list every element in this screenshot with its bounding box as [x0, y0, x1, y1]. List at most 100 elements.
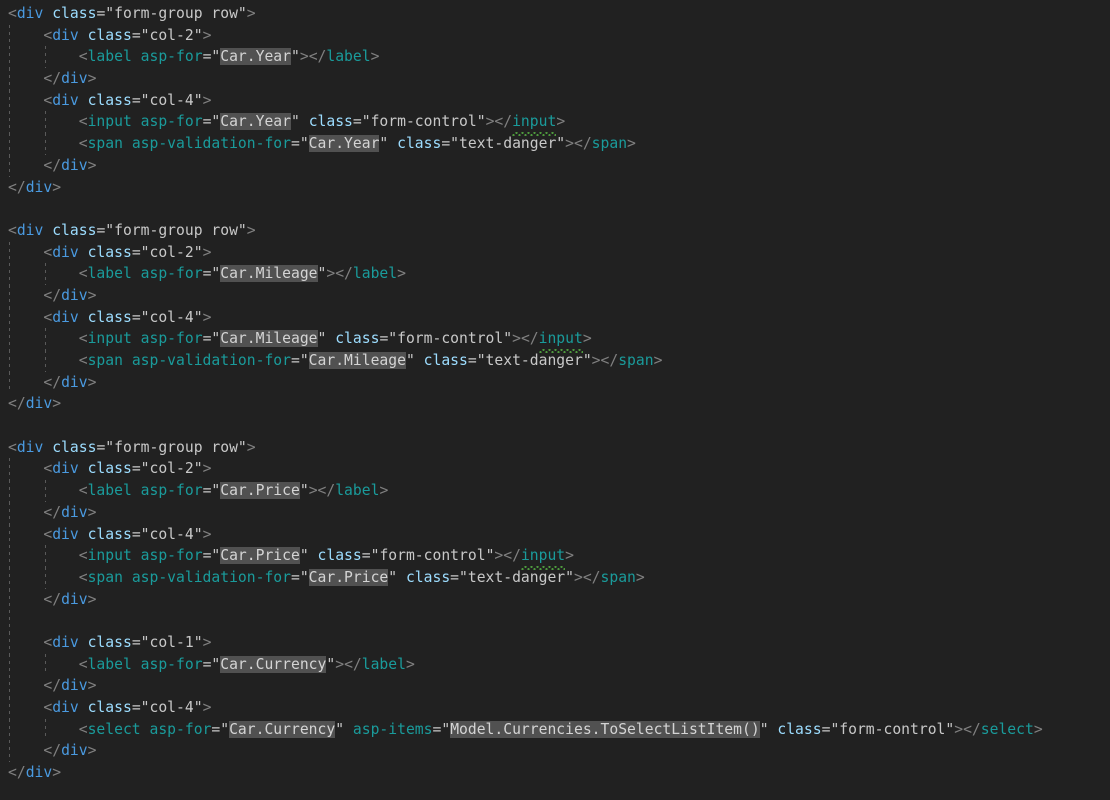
angle-bracket: > — [592, 352, 601, 369]
tag-name-input-with-warning: input — [539, 328, 583, 350]
equals: = — [132, 526, 141, 543]
tag-name-div: div — [61, 677, 88, 694]
indent-guide — [9, 155, 10, 177]
code-line: <div class="form-group row"> — [0, 437, 1110, 459]
indent-guide — [9, 25, 10, 47]
code-line: <input asp-for="Car.Price" class="form-c… — [0, 545, 1110, 567]
quote: " — [194, 634, 203, 651]
angle-bracket: > — [574, 569, 583, 586]
attr-asp-for: asp-for — [141, 656, 203, 673]
angle-bracket: > — [247, 222, 256, 239]
indent-guide — [9, 654, 10, 676]
quote: " — [300, 547, 309, 564]
code-line: </div> — [0, 285, 1110, 307]
code-line-blank — [0, 198, 1110, 220]
attr-class: class — [777, 721, 821, 738]
attr-class: class — [88, 634, 132, 651]
angle-bracket: < — [79, 569, 88, 586]
angle-bracket: > — [203, 460, 212, 477]
quote: " — [450, 135, 459, 152]
angle-bracket: < — [8, 439, 17, 456]
angle-bracket: < — [79, 330, 88, 347]
quote: " — [194, 309, 203, 326]
angle-bracket: < — [79, 48, 88, 65]
angle-bracket: > — [203, 244, 212, 261]
tag-name-div: div — [17, 5, 44, 22]
angle-bracket: > — [583, 330, 592, 347]
angle-bracket: > — [88, 504, 97, 521]
code-line: <div class="form-group row"> — [0, 220, 1110, 242]
tag-name-div: div — [61, 504, 88, 521]
quote: " — [388, 569, 397, 586]
quote: " — [141, 526, 150, 543]
code-editor-surface[interactable]: <div class="form-group row"> <div class=… — [0, 0, 1110, 800]
indent-guide — [9, 242, 10, 264]
quote: " — [141, 309, 150, 326]
quote: " — [194, 92, 203, 109]
closing-bracket: </ — [583, 569, 601, 586]
indent-guide — [9, 68, 10, 90]
tag-name-span: span — [88, 135, 123, 152]
code-line-blank — [0, 610, 1110, 632]
indent-guide — [9, 480, 10, 502]
quote: " — [211, 547, 220, 564]
angle-bracket: < — [43, 634, 52, 651]
attr-class: class — [424, 352, 468, 369]
indent-guide — [9, 589, 10, 611]
quote: " — [141, 244, 150, 261]
angle-bracket: > — [88, 742, 97, 759]
angle-bracket: > — [654, 352, 663, 369]
attr-class: class — [309, 113, 353, 130]
angle-bracket: < — [79, 265, 88, 282]
angle-bracket: > — [565, 135, 574, 152]
tag-name-label: label — [335, 482, 379, 499]
indent-guide — [9, 46, 10, 68]
tag-name-span: span — [88, 352, 123, 369]
equals: = — [468, 352, 477, 369]
closing-bracket: </ — [8, 395, 26, 412]
angle-bracket: < — [79, 656, 88, 673]
angle-bracket: > — [52, 395, 61, 412]
attr-value: col-2 — [150, 27, 194, 44]
code-content[interactable]: <div class="form-group row"> <div class=… — [0, 3, 1110, 784]
attr-value: form-group row — [114, 439, 238, 456]
code-line: </div> — [0, 68, 1110, 90]
attr-asp-for: asp-for — [141, 547, 203, 564]
tag-name-div: div — [52, 526, 79, 543]
quote: " — [300, 569, 309, 586]
code-line: </div> — [0, 762, 1110, 784]
quote: " — [318, 330, 327, 347]
equals: = — [291, 569, 300, 586]
tag-name-div: div — [17, 222, 44, 239]
tag-name-label: label — [326, 48, 370, 65]
angle-bracket: < — [79, 113, 88, 130]
attr-class: class — [88, 460, 132, 477]
attr-asp-for: asp-for — [141, 482, 203, 499]
code-line: <input asp-for="Car.Mileage" class="form… — [0, 328, 1110, 350]
equals: = — [96, 439, 105, 456]
highlighted-value: Car.Mileage — [309, 352, 406, 369]
tag-name-select: select — [981, 721, 1034, 738]
quote: " — [459, 569, 468, 586]
indent-guide — [9, 133, 10, 155]
tag-name-div: div — [52, 92, 79, 109]
indent-guide — [9, 697, 10, 719]
code-line: <label asp-for="Car.Year"></label> — [0, 46, 1110, 68]
quote: " — [379, 135, 388, 152]
tag-name-label: label — [362, 656, 406, 673]
attr-class: class — [52, 222, 96, 239]
attr-value: text-danger — [486, 352, 583, 369]
closing-bracket: </ — [8, 179, 26, 196]
quote: " — [238, 439, 247, 456]
closing-bracket: </ — [43, 287, 61, 304]
equals: = — [379, 330, 388, 347]
tag-name-div: div — [52, 309, 79, 326]
code-line: <div class="col-1"> — [0, 632, 1110, 654]
quote: " — [141, 634, 150, 651]
quote: " — [220, 721, 229, 738]
code-line-blank — [0, 415, 1110, 437]
angle-bracket: < — [43, 699, 52, 716]
indent-guide — [9, 567, 10, 589]
quote: " — [238, 222, 247, 239]
attr-class: class — [52, 439, 96, 456]
